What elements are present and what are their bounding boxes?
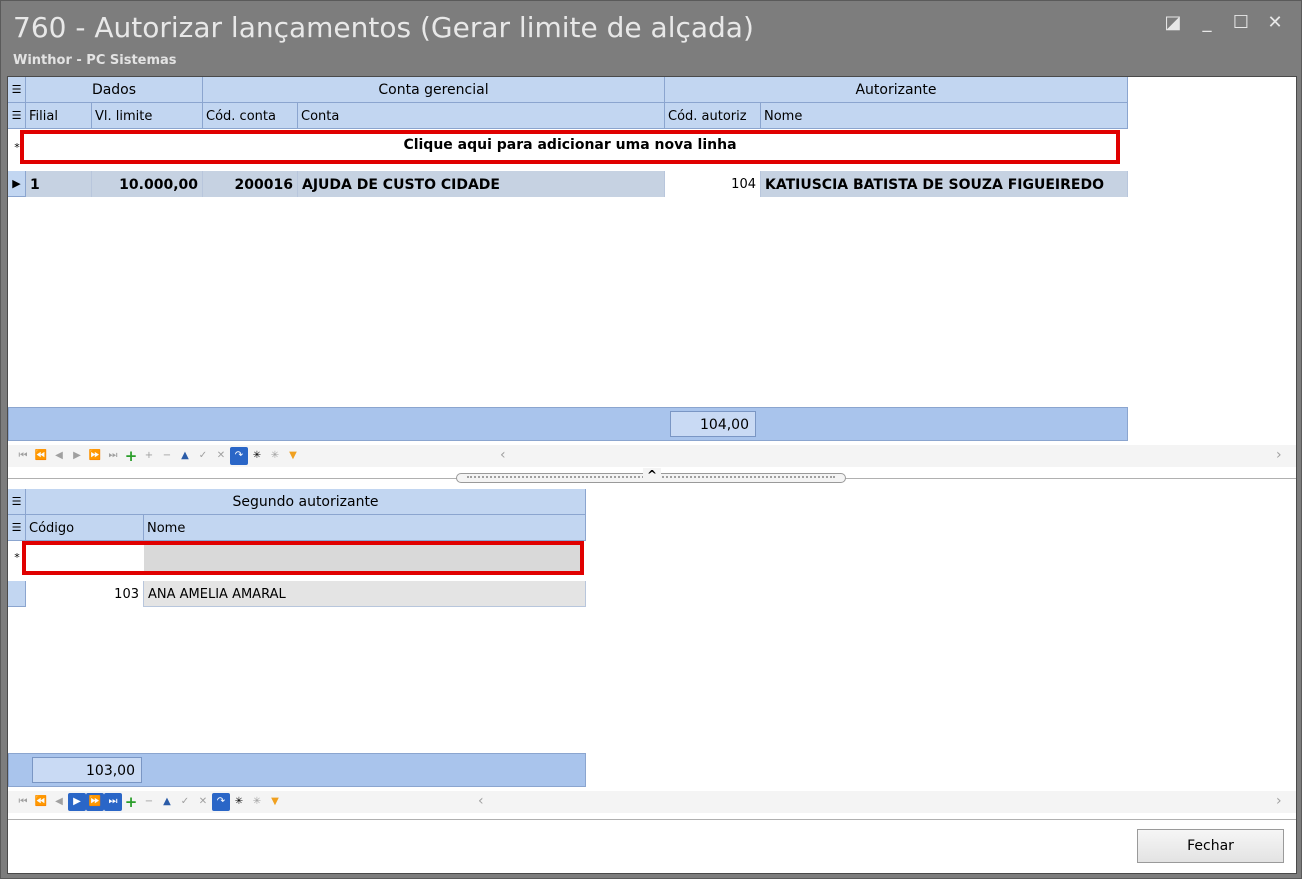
fechar-label: Fechar [1187,838,1234,854]
cell-conta[interactable]: AJUDA DE CUSTO CIDADE [298,171,665,197]
post-icon[interactable]: ✓ [176,793,194,811]
close-icon[interactable]: ✕ [1265,13,1285,33]
first-page-icon[interactable]: ⏮ [14,447,32,465]
chevron-up-icon[interactable]: ^ [643,468,661,482]
col-conta[interactable]: Conta [298,103,665,129]
cell-codigo[interactable]: 103 [26,581,144,607]
bookmark-icon[interactable]: ✳ [230,793,248,811]
insert-icon[interactable]: + [122,793,140,811]
cancel-icon[interactable]: ✕ [194,793,212,811]
maximize-icon[interactable]: ☐ [1231,13,1251,33]
cell-filial[interactable]: 1 [26,171,92,197]
col-nome[interactable]: Nome [761,103,1128,129]
client-area: ☰ Dados Conta gerencial Autorizante ☰ Fi… [7,76,1297,874]
fechar-button[interactable]: Fechar [1137,829,1284,863]
app-window: 760 - Autorizar lançamentos (Gerar limit… [0,0,1302,879]
cell-nome[interactable]: KATIUSCIA BATISTA DE SOUZA FIGUEIREDO [761,171,1128,197]
col-vl-limite[interactable]: Vl. limite [92,103,203,129]
cell-vl-limite[interactable]: 10.000,00 [92,171,203,197]
refresh-icon[interactable]: ↷ [212,793,230,811]
scroll-right-icon[interactable]: › [1276,793,1282,809]
prev-record-icon[interactable]: ◀ [50,793,68,811]
next-record-icon[interactable]: ▶ [68,447,86,465]
cell-cod-autoriz[interactable]: 104 [665,171,761,197]
cancel-icon[interactable]: ✕ [212,447,230,465]
scroll-right-icon[interactable]: › [1276,447,1282,463]
new-row-editor[interactable] [22,541,584,575]
prev-page-icon[interactable]: ⏪ [32,447,50,465]
next-record-icon[interactable]: ▶ [68,793,86,811]
last-page-icon[interactable]: ⏭ [104,793,122,811]
column-chooser-icon[interactable]: ☰ [8,77,26,103]
summary-cod-autoriz: 104,00 [670,411,756,437]
post-icon[interactable]: ✓ [194,447,212,465]
col-filial[interactable]: Filial [26,103,92,129]
title-bar[interactable]: 760 - Autorizar lançamentos (Gerar limit… [1,1,1301,75]
col-nome[interactable]: Nome [144,515,586,541]
scroll-left-icon[interactable]: ‹ [500,447,506,463]
top-navigator: ⏮ ⏪ ◀ ▶ ⏩ ⏭ + + − ▲ ✓ ✕ ↷ ✳ ✳ ▼ ‹ › [8,445,1296,467]
band-conta-gerencial: Conta gerencial [203,77,665,103]
filter-icon[interactable]: ▼ [266,793,284,811]
cell-cod-conta[interactable]: 200016 [203,171,298,197]
column-chooser-icon[interactable]: ☰ [8,489,26,515]
add-new-row[interactable]: Clique aqui para adicionar uma nova linh… [20,130,1120,164]
column-chooser-icon[interactable]: ☰ [8,515,26,541]
splitter-handle[interactable]: ^ [456,468,846,483]
refresh-icon[interactable]: ↷ [230,447,248,465]
row-indicator [8,581,26,607]
goto-bookmark-icon[interactable]: ✳ [266,447,284,465]
insert-icon[interactable]: + [122,447,140,465]
first-page-icon[interactable]: ⏮ [14,793,32,811]
current-row-indicator: ▶ [8,171,26,197]
edit-icon[interactable]: ▲ [158,793,176,811]
delete-icon[interactable]: − [158,447,176,465]
summary-codigo: 103,00 [32,757,142,783]
window-subtitle: Winthor - PC Sistemas [13,53,177,68]
col-cod-conta[interactable]: Cód. conta [203,103,298,129]
minimize-icon[interactable]: _ [1197,13,1217,33]
second-authorizer-grid[interactable]: ☰ Segundo autorizante ☰ Código Nome * 10… [8,489,1298,819]
goto-bookmark-icon[interactable]: ✳ [248,793,266,811]
band-segundo-autorizante: Segundo autorizante [26,489,586,515]
bottom-navigator: ⏮ ⏪ ◀ ▶ ⏩ ⏭ + − ▲ ✓ ✕ ↷ ✳ ✳ ▼ ‹ › [8,791,1296,813]
filter-icon[interactable]: ▼ [284,447,302,465]
prev-page-icon[interactable]: ⏪ [32,793,50,811]
window-title: 760 - Autorizar lançamentos (Gerar limit… [13,11,754,44]
band-dados: Dados [26,77,203,103]
bookmark-icon[interactable]: ✳ [248,447,266,465]
footer-divider [8,819,1296,820]
new-codigo-input[interactable] [26,545,144,571]
column-chooser-icon[interactable]: ☰ [8,103,26,129]
band-autorizante: Autorizante [665,77,1128,103]
append-icon[interactable]: + [140,447,158,465]
col-codigo[interactable]: Código [26,515,144,541]
table-row[interactable]: 103 ANA AMELIA AMARAL [8,581,586,607]
limits-grid[interactable]: ☰ Dados Conta gerencial Autorizante ☰ Fi… [8,77,1298,467]
delete-icon[interactable]: − [140,793,158,811]
table-row[interactable]: ▶ 1 10.000,00 200016 AJUDA DE CUSTO CIDA… [8,171,1128,197]
edit-icon[interactable]: ▲ [176,447,194,465]
col-cod-autoriz[interactable]: Cód. autoriz [665,103,761,129]
scroll-left-icon[interactable]: ‹ [478,793,484,809]
last-page-icon[interactable]: ⏭ [104,447,122,465]
next-page-icon[interactable]: ⏩ [86,447,104,465]
grid-footer [8,407,1128,441]
next-page-icon[interactable]: ⏩ [86,793,104,811]
restore-icon[interactable]: ◪ [1163,13,1183,33]
cell-nome[interactable]: ANA AMELIA AMARAL [144,581,586,607]
prev-record-icon[interactable]: ◀ [50,447,68,465]
